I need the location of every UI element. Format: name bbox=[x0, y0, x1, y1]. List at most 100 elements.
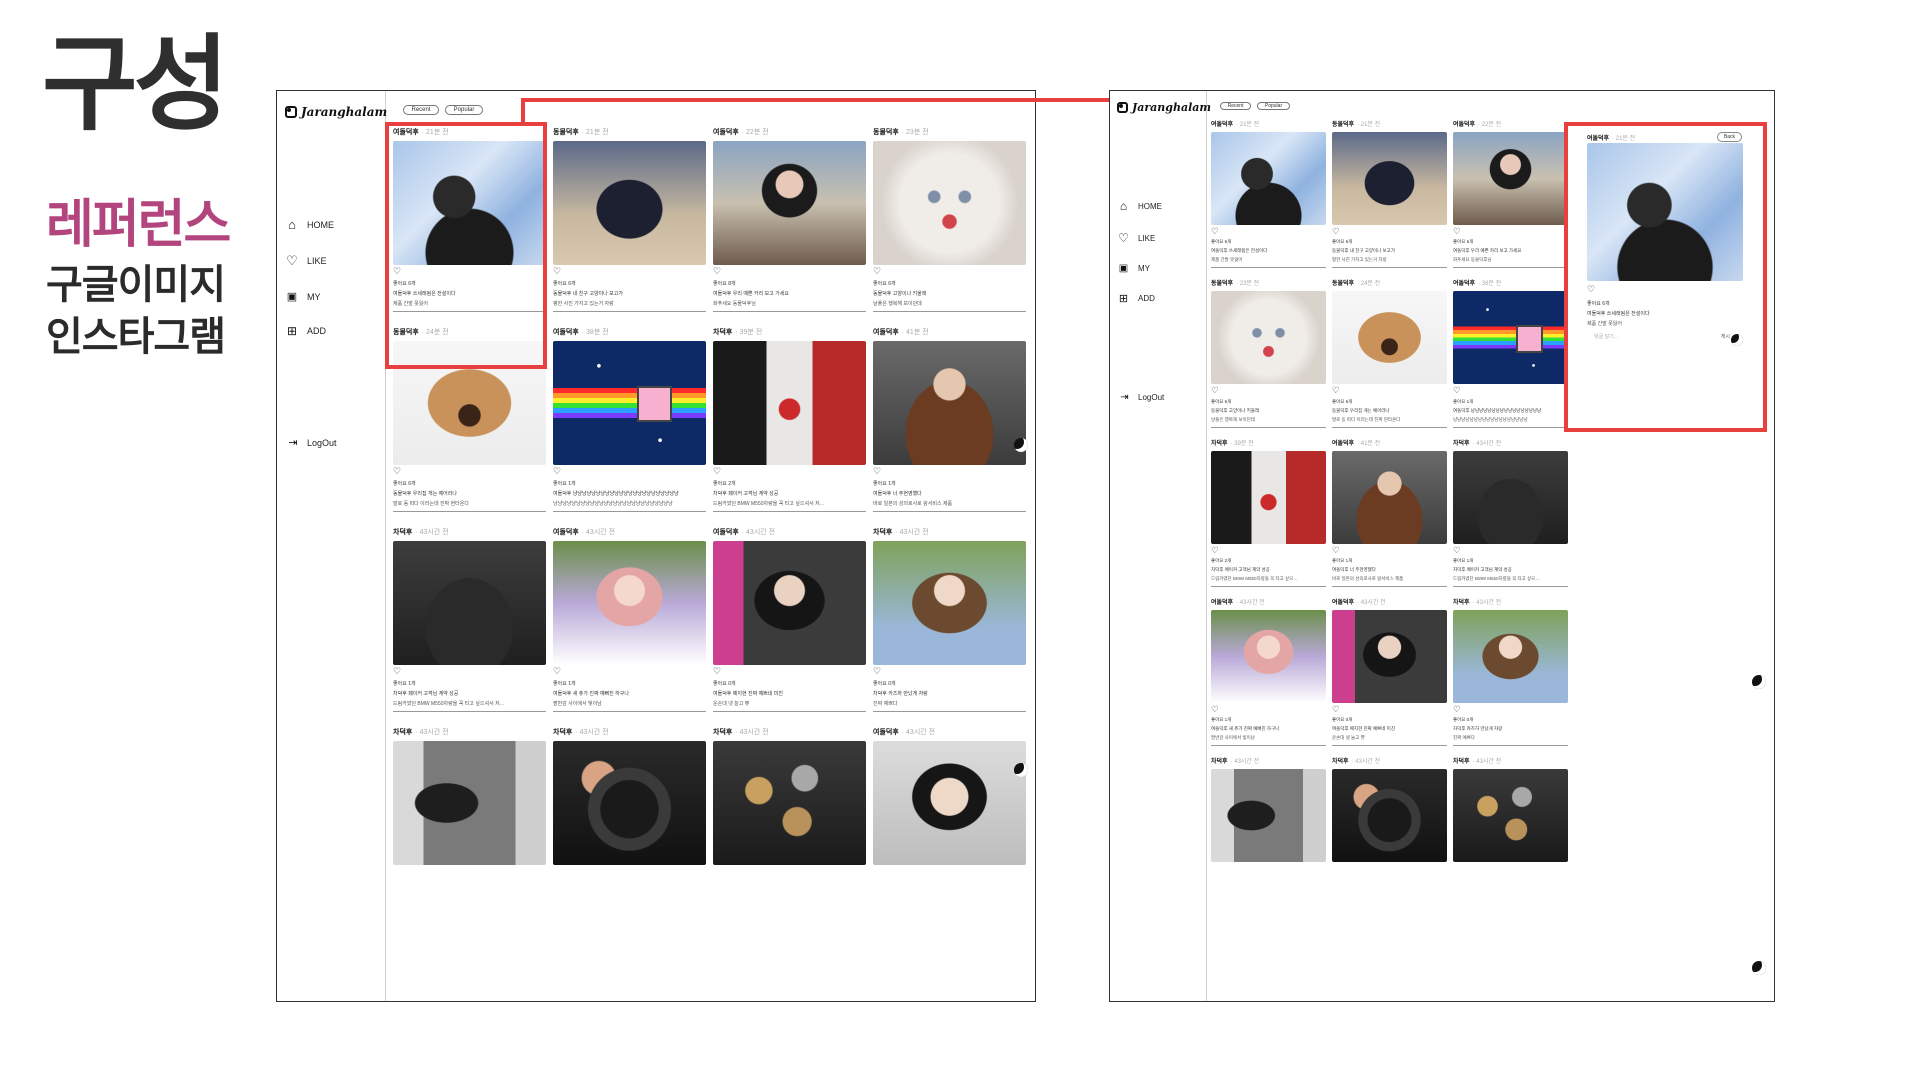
post-photo[interactable] bbox=[1211, 132, 1326, 225]
post-photo[interactable] bbox=[873, 340, 1026, 465]
like-heart-icon[interactable]: ♡ bbox=[1211, 546, 1326, 556]
post-author[interactable]: 동물덕후 bbox=[393, 329, 419, 336]
post-author[interactable]: 여돌덕후 bbox=[1211, 122, 1233, 128]
post-card[interactable]: 동물덕후 · 23분 전 ♡ 좋아요 6개 동물덕후 고양이나 키울래 날풀은 행복해 보… bbox=[873, 125, 1026, 312]
post-card[interactable]: 차덕후 · 39분 전 ♡ 좋아요 2개 차덕후 페이커 고객님 계약 성공 드림카였던 … bbox=[713, 325, 866, 512]
tab-recent[interactable]: Recent bbox=[403, 105, 439, 115]
post-photo[interactable] bbox=[873, 740, 1026, 865]
post-card[interactable]: 여돌덕후 · 43시간 전 ♡ 좋아요 0개 여돌덕후 예지현 진짜 예쁘네 미친 운손대… bbox=[1332, 597, 1447, 747]
like-heart-icon[interactable]: ♡ bbox=[1332, 227, 1447, 237]
like-heart-icon[interactable]: ♡ bbox=[1453, 705, 1568, 715]
post-photo[interactable] bbox=[873, 540, 1026, 665]
tab-popular[interactable]: Popular bbox=[1257, 102, 1290, 110]
post-card[interactable]: 차덕후 · 43시간 전 bbox=[553, 725, 706, 865]
post-photo[interactable] bbox=[1453, 769, 1568, 863]
post-photo[interactable] bbox=[1211, 450, 1326, 544]
post-author[interactable]: 차덕후 bbox=[1332, 759, 1349, 765]
app-logo[interactable]: Jaranghalam bbox=[1117, 101, 1211, 114]
like-heart-icon[interactable]: ♡ bbox=[873, 467, 1026, 478]
like-heart-icon[interactable]: ♡ bbox=[1453, 546, 1568, 556]
post-photo[interactable] bbox=[713, 340, 866, 465]
post-author[interactable]: 여돌덕후 bbox=[1332, 600, 1354, 606]
post-photo[interactable] bbox=[873, 141, 1026, 265]
like-heart-icon[interactable]: ♡ bbox=[1332, 546, 1447, 556]
post-author[interactable]: 여돌덕후 bbox=[553, 329, 579, 336]
post-card[interactable]: 동물덕후 · 21분 전 ♡ 좋아요 6개 동물덕후 내 친구 고양이나 보고가 평한 사… bbox=[553, 125, 706, 312]
post-author[interactable]: 차덕후 bbox=[1453, 600, 1470, 606]
nav-like[interactable]: ♡ LIKE bbox=[285, 253, 385, 269]
post-card[interactable]: 여돌덕후 · 21분 전 ♡ 좋아요 6개 여돌덕후 쓰세래됨은 전설이다 제품 간발 못… bbox=[1211, 119, 1326, 269]
like-heart-icon[interactable]: ♡ bbox=[1453, 227, 1568, 237]
tab-popular[interactable]: Popular bbox=[445, 105, 483, 115]
post-card[interactable]: 차덕후 · 43시간 전 bbox=[393, 725, 546, 865]
post-author[interactable]: 여돌덕후 bbox=[1453, 122, 1475, 128]
post-author[interactable]: 여돌덕후 bbox=[713, 129, 739, 136]
post-card[interactable]: 차덕후 · 43시간 전 bbox=[1332, 756, 1447, 863]
tab-recent[interactable]: Recent bbox=[1220, 102, 1251, 110]
like-heart-icon[interactable]: ♡ bbox=[1453, 386, 1568, 396]
post-photo[interactable] bbox=[393, 141, 546, 265]
like-heart-icon[interactable]: ♡ bbox=[713, 267, 866, 278]
post-photo[interactable] bbox=[553, 740, 706, 865]
post-author[interactable]: 여돌덕후 bbox=[1332, 441, 1354, 447]
post-author[interactable]: 차덕후 bbox=[713, 729, 732, 736]
post-card[interactable]: 여돌덕후 · 43시간 전 bbox=[873, 725, 1026, 865]
post-photo[interactable] bbox=[1332, 769, 1447, 863]
post-author[interactable]: 여돌덕후 bbox=[1453, 281, 1475, 287]
post-photo[interactable] bbox=[1332, 450, 1447, 544]
like-heart-icon[interactable]: ♡ bbox=[873, 267, 1026, 278]
nav-my[interactable]: ▣ MY bbox=[285, 290, 385, 303]
comment-input[interactable]: 댓글 달기... bbox=[1594, 333, 1714, 340]
like-heart-icon[interactable]: ♡ bbox=[393, 667, 546, 678]
like-heart-icon[interactable]: ♡ bbox=[1332, 386, 1447, 396]
post-card[interactable]: 차덕후 · 43시간 전 bbox=[713, 725, 866, 865]
post-author[interactable]: 차덕후 bbox=[393, 529, 412, 536]
post-card[interactable]: 여돌덕후 · 38분 전 ♡ 좋아요 1개 여돌덕후 냥냥냥냥냥냥냥냥냥냥냥냥냥냥냥냥냥… bbox=[553, 325, 706, 512]
post-card[interactable]: 동물덕후 · 24분 전 ♡ 좋아요 6개 동물덕후 우리집 개는 예어라나 발로 동 따… bbox=[393, 325, 546, 512]
moon-icon[interactable] bbox=[1752, 961, 1766, 975]
like-heart-icon[interactable]: ♡ bbox=[1211, 705, 1326, 715]
post-author[interactable]: 차덕후 bbox=[553, 729, 572, 736]
post-card[interactable]: 여돌덕후 · 22분 전 ♡ 좋아요 6개 여돌덕후 우리 예쁜 카리 보고 가세요 화푸… bbox=[1453, 119, 1568, 269]
post-author[interactable]: 차덕후 bbox=[873, 529, 892, 536]
post-photo[interactable] bbox=[1211, 610, 1326, 704]
post-author[interactable]: 차덕후 bbox=[393, 729, 412, 736]
post-card[interactable]: 동물덕후 · 23분 전 ♡ 좋아요 6개 동물덕후 고양이나 키울래 날풀은 행복해 보… bbox=[1211, 278, 1326, 428]
post-photo[interactable] bbox=[1453, 132, 1568, 225]
post-photo[interactable] bbox=[1332, 132, 1447, 225]
post-photo[interactable] bbox=[1211, 291, 1326, 385]
post-card[interactable]: 여돌덕후 · 43시간 전 ♡ 좋아요 1개 여돌덕후 새 츄가 진짜 예뻐진 하구나 팔… bbox=[1211, 597, 1326, 747]
logout-button[interactable]: ⇥ LogOut bbox=[1119, 392, 1164, 403]
post-author[interactable]: 동물덕후 bbox=[1211, 281, 1233, 287]
like-heart-icon[interactable]: ♡ bbox=[713, 667, 866, 678]
post-card[interactable]: 차덕후 · 43시간 전 ♡ 좋아요 1개 차덕후 페이커 고객님 계약 성공 드림카였던… bbox=[393, 525, 546, 712]
post-photo[interactable] bbox=[553, 540, 706, 665]
post-card[interactable]: 차덕후 · 43시간 전 ♡ 좋아요 0개 차덕후 카즈하 만났게 자랑 진짜 예쁘다 bbox=[873, 525, 1026, 712]
post-card[interactable]: 여돌덕후 · 21분 전 ♡ 좋아요 6개 여돌덕후 쓰세래됨은 전설이다 제품 간발 못… bbox=[393, 125, 546, 312]
moon-icon[interactable] bbox=[1731, 334, 1743, 346]
like-heart-icon[interactable]: ♡ bbox=[553, 267, 706, 278]
nav-home[interactable]: ⌂ HOME bbox=[285, 217, 385, 232]
moon-icon[interactable] bbox=[1014, 438, 1028, 452]
post-card[interactable]: 차덕후 · 43시간 전 ♡ 좋아요 0개 차덕후 카즈하 만났게 자랑 진짜 예쁘다 bbox=[1453, 597, 1568, 747]
post-card[interactable]: 차덕후 · 39분 전 ♡ 좋아요 2개 차덕후 페이커 고객님 계약 성공 드림카였던 … bbox=[1211, 438, 1326, 588]
post-card[interactable]: 여돌덕후 · 41분 전 ♡ 좋아요 1개 여돌덕후 너 주현영했다 바로 일본의 성의로… bbox=[1332, 438, 1447, 588]
comment-post-button[interactable]: 게시 bbox=[1721, 333, 1730, 340]
like-heart-icon[interactable]: ♡ bbox=[873, 667, 1026, 678]
post-author[interactable]: 동물덕후 bbox=[1332, 122, 1354, 128]
post-photo[interactable] bbox=[1332, 610, 1447, 704]
post-photo[interactable] bbox=[393, 340, 546, 465]
like-heart-icon[interactable]: ♡ bbox=[393, 267, 546, 278]
nav-add[interactable]: ⊞ ADD bbox=[1117, 292, 1206, 305]
post-card[interactable]: 여돌덕후 · 22분 전 ♡ 좋아요 8개 여돌덕후 우리 예쁜 카리 보고 가세요 화푸… bbox=[713, 125, 866, 312]
like-heart-icon[interactable]: ♡ bbox=[1587, 285, 1595, 295]
post-card[interactable]: 차덕후 · 43시간 전 bbox=[1211, 756, 1326, 863]
like-heart-icon[interactable]: ♡ bbox=[553, 467, 706, 478]
logout-button[interactable]: ⇥ LogOut bbox=[287, 436, 336, 449]
nav-home[interactable]: ⌂ HOME bbox=[1117, 199, 1206, 213]
like-heart-icon[interactable]: ♡ bbox=[553, 667, 706, 678]
like-heart-icon[interactable]: ♡ bbox=[1332, 705, 1447, 715]
post-photo[interactable] bbox=[553, 141, 706, 265]
back-button[interactable]: Back bbox=[1716, 132, 1742, 142]
post-card[interactable]: 동물덕후 · 21분 전 ♡ 좋아요 6개 동물덕후 내 친구 고양이나 보고가 평한 사… bbox=[1332, 119, 1447, 269]
